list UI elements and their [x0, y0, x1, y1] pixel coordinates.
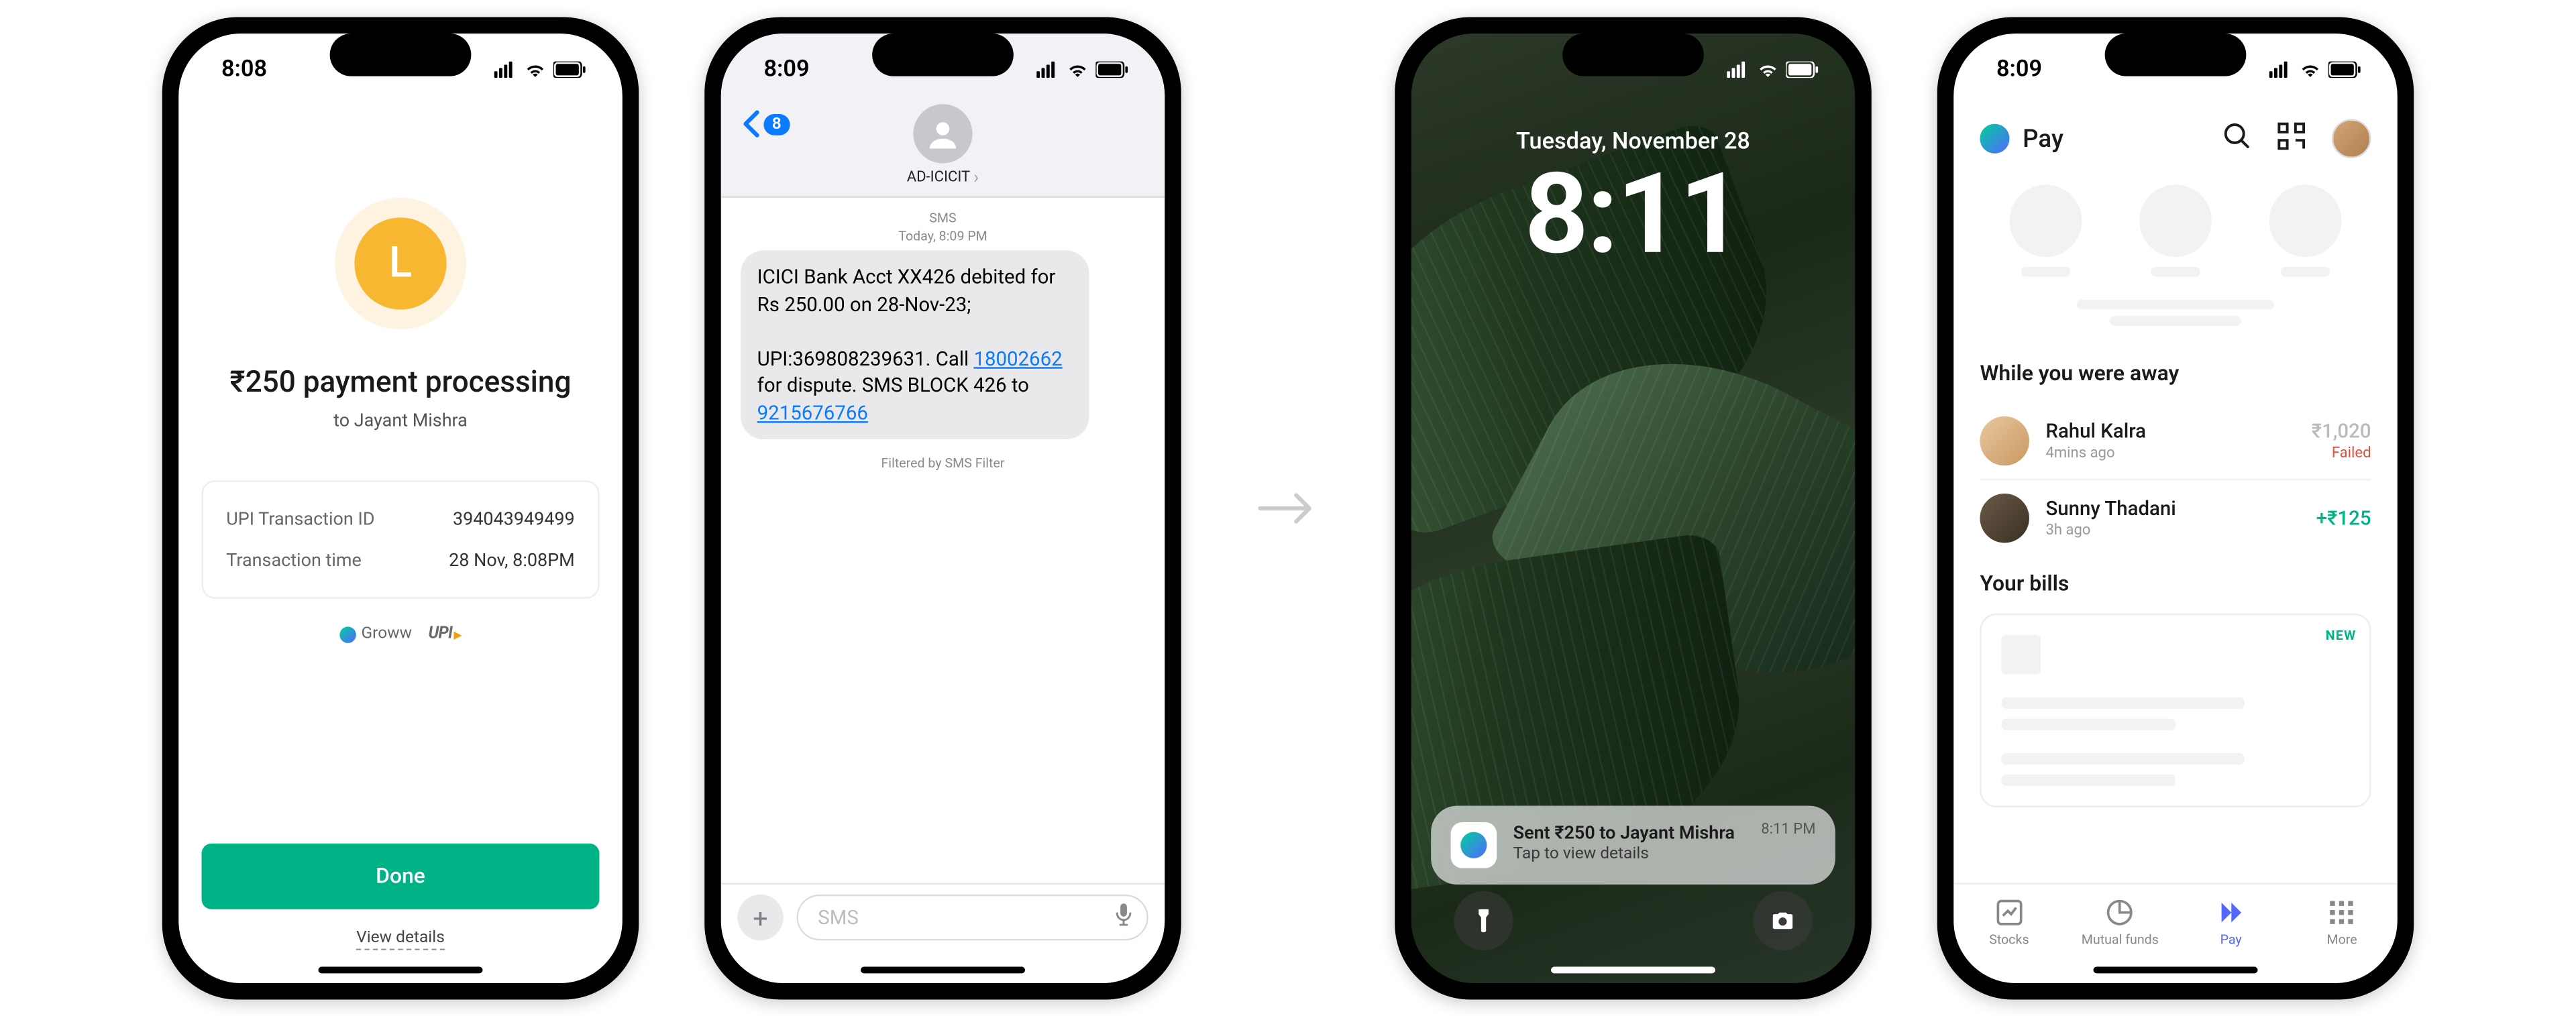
contact-bubble-skeleton	[2139, 184, 2212, 276]
phone-payment-processing: 8:08 L ₹250 payment processing to Jayant…	[162, 17, 639, 999]
bill-card[interactable]: NEW	[1980, 613, 2371, 807]
notch	[1562, 33, 1704, 76]
contact-avatar-icon	[913, 104, 972, 163]
contact-header[interactable]: AD-ICICIT	[907, 104, 979, 188]
activity-name: Rahul Kalra	[2045, 419, 2145, 442]
message-thread[interactable]: SMS Today, 8:09 PM ICICI Bank Acct XX426…	[721, 197, 1165, 883]
txn-label: UPI Transaction ID	[226, 508, 374, 530]
message-input[interactable]: SMS	[796, 894, 1148, 940]
processing-icon-halo: L	[335, 197, 466, 329]
contact-shortcuts	[1953, 171, 2398, 276]
notch	[872, 33, 1014, 76]
notch	[330, 33, 472, 76]
transaction-card: UPI Transaction ID 394043949499 Transact…	[202, 480, 600, 598]
phone-sms: 8:09 8 AD-ICICIT	[704, 17, 1181, 999]
dispute-phone-link[interactable]: 18002662	[973, 347, 1062, 370]
activity-item[interactable]: Rahul Kalra 4mins ago ₹1,020 Failed	[1980, 403, 2371, 479]
processing-icon: L	[354, 217, 446, 309]
tab-more[interactable]: More	[2286, 897, 2397, 947]
notification-time: 8:11 PM	[1761, 822, 1815, 838]
status-time: 8:08	[221, 56, 267, 82]
txn-row: Transaction time 28 Nov, 8:08PM	[226, 543, 574, 577]
flashlight-button[interactable]	[1454, 891, 1513, 950]
skeleton-bar	[2110, 316, 2241, 326]
attach-button[interactable]: +	[737, 894, 784, 940]
camera-button[interactable]	[1753, 891, 1812, 950]
skeleton-bar	[2077, 299, 2274, 309]
input-placeholder: SMS	[818, 905, 859, 928]
back-button[interactable]: 8	[741, 109, 790, 138]
txn-label: Transaction time	[226, 549, 362, 571]
txn-row: UPI Transaction ID 394043949499	[226, 502, 574, 536]
tab-mutual-funds[interactable]: Mutual funds	[2065, 897, 2176, 947]
payment-title: ₹250 payment processing	[230, 365, 572, 399]
unread-badge: 8	[763, 113, 790, 134]
contact-bubble-skeleton	[2269, 184, 2342, 276]
status-indicators	[2269, 61, 2361, 78]
phone-pay-dashboard: 8:09 Pay While you were away	[1937, 17, 2414, 999]
view-details-link[interactable]: View details	[356, 929, 445, 950]
sms-bubble[interactable]: ICICI Bank Acct XX426 debited for Rs 250…	[741, 250, 1088, 439]
groww-logo-icon	[1980, 123, 2009, 153]
thread-meta: SMS	[741, 211, 1145, 225]
qr-scan-icon[interactable]	[2277, 121, 2306, 156]
contact-name: AD-ICICIT	[907, 166, 979, 188]
block-phone-link[interactable]: 9215676766	[757, 401, 868, 424]
search-icon[interactable]	[2223, 121, 2251, 156]
home-indicator[interactable]	[319, 966, 483, 973]
brand-row: Groww UPI	[340, 624, 462, 642]
page-title: Pay	[2023, 123, 2063, 153]
activity-amount: +₹125	[2316, 506, 2371, 529]
activity-amount: ₹1,020	[2312, 419, 2371, 442]
activity-item[interactable]: Sunny Thadani 3h ago +₹125	[1980, 478, 2371, 555]
upi-logo: UPI	[429, 624, 462, 642]
activity-avatar	[1980, 493, 2029, 543]
phone-lockscreen: Tuesday, November 28 8:11 Sent ₹250 to J…	[1395, 17, 1872, 999]
status-time: 8:09	[1996, 56, 2042, 82]
notification-card[interactable]: Sent ₹250 to Jayant Mishra Tap to view d…	[1431, 805, 1835, 885]
section-your-bills: Your bills	[1980, 572, 2371, 597]
lock-time: 8:11	[1411, 148, 1856, 280]
activity-name: Sunny Thadani	[2045, 496, 2176, 519]
done-button[interactable]: Done	[202, 843, 600, 909]
activity-status: Failed	[2312, 445, 2371, 462]
mic-icon[interactable]	[1114, 901, 1133, 933]
home-indicator[interactable]	[861, 966, 1025, 973]
activity-avatar	[1980, 416, 2029, 465]
thread-timestamp: Today, 8:09 PM	[741, 229, 1145, 243]
payment-recipient: to Jayant Mishra	[333, 410, 468, 431]
profile-avatar[interactable]	[2332, 119, 2371, 158]
section-while-you-were-away: While you were away	[1980, 361, 2371, 386]
tab-stocks[interactable]: Stocks	[1953, 897, 2064, 947]
new-badge: NEW	[2326, 628, 2357, 642]
txn-value: 394043949499	[453, 508, 575, 530]
notification-subtitle: Tap to view details	[1513, 845, 1735, 863]
status-time: 8:09	[763, 56, 809, 82]
txn-value: 28 Nov, 8:08PM	[449, 549, 575, 571]
messages-header: 8 AD-ICICIT	[721, 105, 1165, 197]
flow-arrow-icon	[1247, 467, 1330, 549]
notification-title: Sent ₹250 to Jayant Mishra	[1513, 822, 1735, 843]
status-indicators	[1036, 61, 1128, 78]
app-header: Pay	[1953, 105, 2398, 171]
tab-pay[interactable]: Pay	[2176, 897, 2286, 947]
activity-time: 4mins ago	[2045, 445, 2145, 462]
status-indicators	[494, 61, 586, 78]
notification-app-icon	[1451, 822, 1497, 868]
activity-time: 3h ago	[2045, 523, 2176, 540]
home-indicator[interactable]	[2094, 966, 2258, 973]
contact-bubble-skeleton	[2009, 184, 2082, 276]
home-indicator[interactable]	[1551, 966, 1715, 973]
groww-logo: Groww	[340, 624, 412, 642]
sms-filter-label: Filtered by SMS Filter	[741, 456, 1145, 471]
notch	[2105, 33, 2247, 76]
